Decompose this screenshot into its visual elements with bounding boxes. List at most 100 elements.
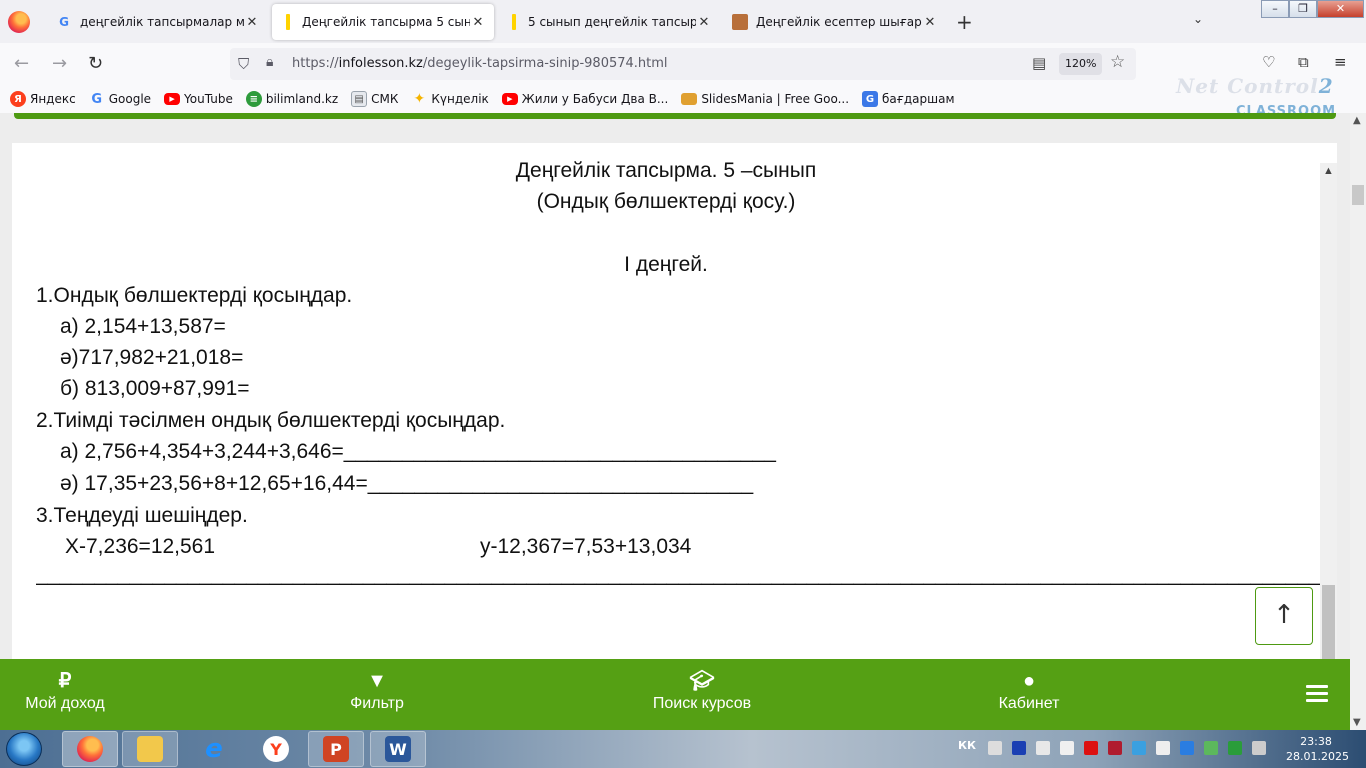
update-icon[interactable] [1228,741,1242,755]
document-scrollbar[interactable]: ▲ [1320,163,1337,659]
close-tab-icon[interactable]: ✕ [470,15,486,30]
extensions-icon[interactable]: ⧉ [1298,53,1309,71]
google-icon: G [59,15,69,29]
filter-icon: ▼ [367,670,387,692]
close-window-button[interactable]: ✕ [1317,0,1364,18]
tab-title: Деңгейлік тапсырма 5 сынып [302,15,470,29]
address-bar[interactable]: ⛉ 🔒︎ https://infolesson.kz/degeylik-taps… [230,48,1136,80]
taskbar-word[interactable]: W [370,731,426,767]
clock-date: 28.01.2025 [1286,750,1349,763]
system-tray: КК 23:38 28.01.2025 [950,730,1366,768]
netcontrol-tray-icon[interactable] [1012,741,1026,755]
url-path: /degeylik-tapsirma-sinip-980574.html [422,56,668,71]
bookmark-youtube[interactable]: ▶ YouTube [164,92,233,106]
url-text[interactable]: https://infolesson.kz/degeylik-tapsirma-… [292,56,668,71]
scroll-up-icon[interactable]: ▲ [1353,115,1361,126]
close-tab-icon[interactable]: ✕ [696,15,712,30]
bookmark-bilimland[interactable]: ≡ bilimland.kz [245,91,339,107]
tab-title: Деңгейлік есептер шығару. 5- [756,15,922,29]
tab-strip: G деңгейлік тапсырмалар матем ✕ Деңгейлі… [0,0,1366,43]
scroll-up-icon[interactable]: ▲ [1323,165,1334,177]
presentation-icon [732,14,748,30]
url-scheme: https:// [292,56,339,71]
nav-cabinet[interactable]: ● Кабинет [994,667,1064,713]
forward-icon[interactable]: → [52,53,67,74]
close-tab-icon[interactable]: ✕ [244,15,260,30]
taskbar-explorer[interactable] [122,731,178,767]
bilimland-icon: ≡ [245,91,262,107]
firefox-icon [77,736,103,762]
bookmark-yandex[interactable]: Я Яндекс [10,91,76,107]
nav-filter[interactable]: ▼ Фильтр [342,667,412,713]
level-heading: І деңгей. [12,253,1320,277]
bookmark-smk[interactable]: ▤ СМК [351,91,398,107]
scrollbar-thumb[interactable] [1352,185,1364,205]
antivirus-icon[interactable] [1084,741,1098,755]
bookmark-label: bilimland.kz [265,92,339,106]
bookmark-google[interactable]: G Google [89,91,151,107]
nav-label: Кабинет [998,695,1060,712]
clipboard-icon[interactable] [1156,741,1170,755]
zoom-level-button[interactable]: 120% [1059,53,1103,75]
volume-icon[interactable] [1036,741,1050,755]
back-icon[interactable]: ← [14,53,29,74]
scroll-to-top-button[interactable]: ↑ [1255,587,1313,645]
tracking-protection-shield-icon[interactable]: ⛉ [238,55,254,73]
word-icon: W [385,736,411,762]
tab-infolesson-2[interactable]: 5 сынып деңгейлік тапсырмал ✕ [498,4,720,40]
reader-view-icon[interactable]: ▤ [1032,54,1046,72]
scroll-down-icon[interactable]: ▼ [1353,717,1361,728]
page-scrollbar[interactable]: ▲ ▼ [1350,113,1366,730]
document-title: Деңгейлік тапсырма. 5 –сынып [515,159,817,182]
bookmark-bagdarsham[interactable]: G бағдаршам [862,91,955,107]
hamburger-menu-icon[interactable] [1306,685,1328,706]
bookmark-star-icon[interactable]: ☆ [1110,52,1125,72]
tab-presentation[interactable]: Деңгейлік есептер шығару. 5- ✕ [724,4,946,40]
level-heading-text: І деңгей. [624,253,708,276]
bookmark-kundelik[interactable]: ✦ Күнделік [411,91,489,107]
menu-icon[interactable]: ≡ [1334,53,1347,71]
bookmark-label: СМК [371,92,399,106]
youtube-icon: ▶ [501,93,518,105]
language-indicator[interactable]: КК [958,739,976,752]
task-3-equation-2: у-12,367=7,53+13,034 [480,535,692,558]
lock-icon[interactable]: 🔒︎ [266,54,273,70]
action-center-flag-icon[interactable] [1060,741,1074,755]
signal-icon[interactable] [1252,741,1266,755]
windows-start-button[interactable] [6,732,42,766]
taskbar-ie[interactable]: e [186,731,242,767]
nav-course-search[interactable]: 🎓︎ Поиск курсов [646,667,758,713]
bluetooth-icon[interactable] [1132,741,1146,755]
network-icon[interactable] [1204,741,1218,755]
nav-my-income[interactable]: ₽ Мой доход [22,667,108,713]
tab-active-infolesson[interactable]: Деңгейлік тапсырма 5 сынып ✕ [272,4,494,40]
tools-icon[interactable] [988,741,1002,755]
chevron-down-icon[interactable]: ⌄ [1193,12,1203,26]
close-tab-icon[interactable]: ✕ [922,15,938,30]
windows-taskbar: e Y P W КК 23:38 28.01.2025 [0,730,1366,768]
arrow-up-icon: ↑ [1273,600,1295,630]
bagdarsham-icon: G [862,91,879,107]
site-bottom-navigation: ₽ Мой доход ▼ Фильтр 🎓︎ Поиск курсов ● К… [0,659,1350,730]
scrollbar-thumb[interactable] [1322,585,1335,659]
netcontrol-watermark: Net Control2 [1176,74,1334,98]
tab-search-results[interactable]: G деңгейлік тапсырмалар матем ✕ [48,4,268,40]
taskbar-powerpoint[interactable]: P [308,731,364,767]
location-icon[interactable] [1180,741,1194,755]
bookmark-slidesmania[interactable]: SlidesMania | Free Goo... [681,92,849,106]
reload-icon[interactable]: ↻ [88,53,103,74]
new-tab-icon[interactable]: + [956,10,973,34]
task-2-heading: 2.Тиімді тәсілмен ондық бөлшектерді қосы… [36,409,506,432]
taskbar-firefox[interactable] [62,731,118,767]
bookmark-youtube-video[interactable]: ▶ Жили у Бабуси Два В... [501,92,668,106]
pocket-icon[interactable]: ♡ [1262,53,1275,71]
maximize-window-button[interactable]: ❐ [1289,0,1317,18]
taskbar-clock[interactable]: 23:38 28.01.2025 [1286,734,1349,764]
bookmark-label: бағдаршам [882,92,955,106]
minimize-window-button[interactable]: – [1261,0,1289,18]
mcafee-icon[interactable] [1108,741,1122,755]
bookmarks-toolbar: Я Яндекс G Google ▶ YouTube ≡ bilimland.… [0,85,1366,113]
firefox-menu-icon[interactable] [8,11,30,33]
task-1-item-b: ә)717,982+21,018= [60,346,244,369]
taskbar-yandex[interactable]: Y [248,731,304,767]
